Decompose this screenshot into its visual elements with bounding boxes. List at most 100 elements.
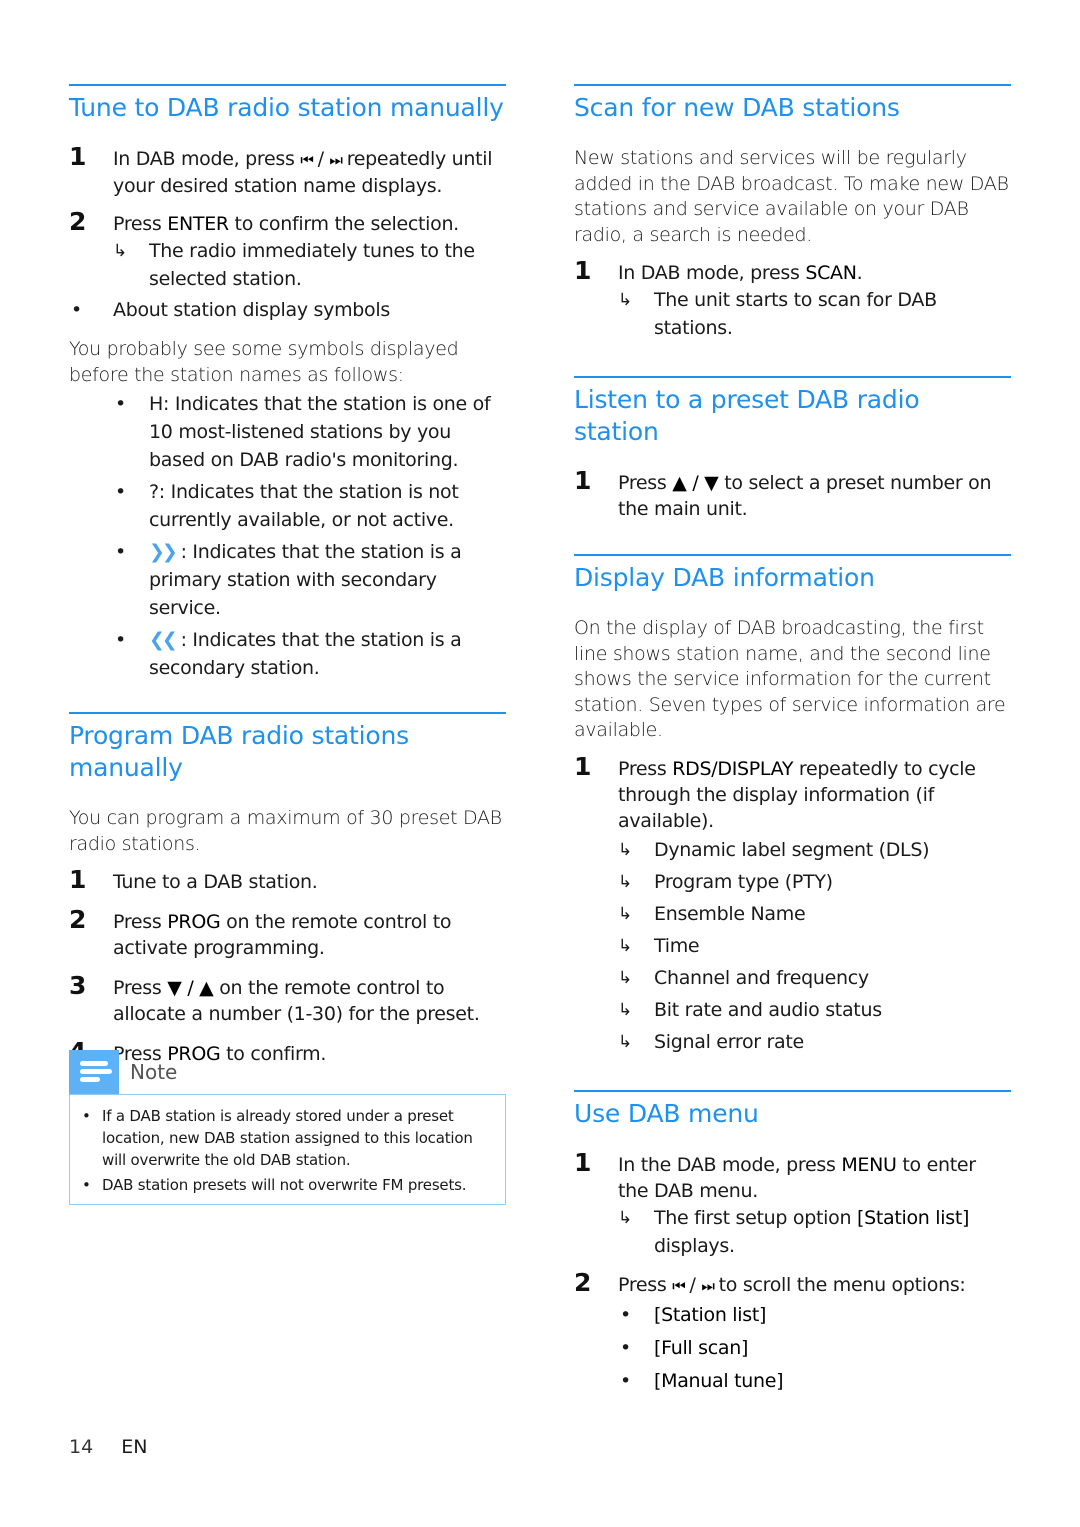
step: 2 Press ⏮ / ⏭ to scroll the menu options…: [574, 1267, 1011, 1398]
symbol-h: H: [149, 393, 163, 415]
step-result: ↳ Dynamic label segment (DLS): [618, 834, 1011, 866]
result-arrow-icon: ↳: [618, 290, 632, 310]
note-content: • If a DAB station is already stored und…: [69, 1094, 506, 1205]
step-result: ↳ Program type (PTY): [618, 866, 1011, 898]
result-arrow-icon: ↳: [618, 903, 632, 924]
previous-track-icon: ⏮: [672, 1276, 685, 1295]
down-up-arrow-icons: ▼ / ▲: [167, 977, 214, 999]
step: 1 In DAB mode, press SCAN. ↳ The unit st…: [574, 256, 1011, 342]
step-number: 2: [69, 207, 87, 236]
step: 3 Press ▼ / ▲ on the remote control to a…: [69, 971, 480, 1026]
step-result: ↳ Channel and frequency: [618, 962, 1011, 994]
primary-station-chevron-icon: ❯❯: [149, 541, 178, 563]
step-result: ↳ Bit rate and audio status: [618, 994, 1011, 1026]
bullet-icon: •: [115, 541, 126, 563]
step-result: ↳ Signal error rate: [618, 1026, 1011, 1058]
bullet-icon: •: [82, 1176, 91, 1194]
result-arrow-icon: ↳: [618, 967, 632, 988]
language-code: EN: [121, 1436, 148, 1458]
step-number: 2: [574, 1267, 592, 1297]
right-column: Scan for new DAB stations New stations a…: [574, 84, 1011, 1398]
step-result: ↳ The unit starts to scan for DAB statio…: [618, 286, 1011, 342]
result-arrow-icon: ↳: [113, 241, 127, 261]
step: 1 Press RDS/DISPLAY repeatedly to cycle …: [574, 751, 1011, 1058]
bullet-icon: •: [71, 299, 82, 321]
step-number: 1: [574, 1147, 592, 1177]
section-program-manual: Program DAB radio stations manually You …: [69, 712, 506, 1067]
section-heading: Program DAB radio stations manually: [69, 721, 409, 782]
section-heading: Use DAB menu: [574, 1098, 759, 1128]
bullet-icon: •: [115, 629, 126, 651]
step-result: ↳ Ensemble Name: [618, 898, 1011, 930]
secondary-station-chevron-icon: ❮❮: [149, 629, 178, 651]
menu-option-label: [Station list]: [856, 1206, 970, 1229]
section-tune-manual: Tune to DAB radio station manually 1 In …: [69, 84, 506, 682]
step-result: ↳ Time: [618, 930, 1011, 962]
bullet-icon: •: [620, 1303, 631, 1326]
step-number: 3: [69, 971, 87, 1000]
step: 1 Press ▲ / ▼ to select a preset number …: [574, 466, 992, 521]
paragraph: On the display of DAB broadcasting, the …: [574, 617, 1006, 741]
step-number: 1: [69, 142, 87, 171]
step: 2 Press ENTER to confirm the selection. …: [69, 207, 506, 293]
menu-option: • [Manual tune]: [618, 1365, 1011, 1398]
bullet-icon: •: [620, 1336, 631, 1359]
note-header: Note: [69, 1050, 506, 1094]
note-title: Note: [130, 1060, 178, 1084]
step-number: 1: [574, 751, 592, 781]
result-arrow-icon: ↳: [618, 935, 632, 956]
key-label: RDS/DISPLAY: [672, 757, 794, 780]
symbol-question: ?: [149, 481, 159, 503]
step-result: ↳ The radio immediately tunes to the sel…: [113, 237, 506, 293]
step-number: 2: [69, 905, 87, 934]
menu-option: • [Station list]: [618, 1299, 1011, 1332]
result-arrow-icon: ↳: [618, 871, 632, 892]
next-track-icon: ⏭: [701, 1276, 714, 1295]
key-label: SCAN: [805, 262, 857, 284]
section-heading: Listen to a preset DAB radio station: [574, 385, 920, 446]
symbol-item: • H: Indicates that the station is one o…: [113, 390, 506, 474]
key-label: MENU: [841, 1153, 897, 1176]
step: 2 Press PROG on the remote control to ac…: [69, 905, 452, 960]
note-item: • DAB station presets will not overwrite…: [82, 1176, 467, 1194]
section-dab-menu: Use DAB menu 1 In the DAB mode, press ME…: [574, 1089, 1011, 1398]
note-item: • If a DAB station is already stored und…: [82, 1107, 473, 1169]
result-arrow-icon: ↳: [618, 839, 632, 860]
section-heading: Display DAB information: [574, 563, 875, 592]
bullet-icon: •: [115, 393, 126, 415]
up-down-arrow-icons: ▲ / ▼: [672, 472, 719, 494]
symbol-item: • ?: Indicates that the station is not c…: [113, 478, 506, 534]
bullet-icon: •: [115, 481, 126, 503]
bullet-icon: •: [82, 1107, 91, 1125]
key-label: ENTER: [167, 213, 229, 235]
result-arrow-icon: ↳: [618, 1207, 632, 1228]
result-arrow-icon: ↳: [618, 1031, 632, 1052]
bullet-icon: •: [620, 1369, 631, 1392]
step-number: 1: [69, 865, 87, 894]
page-footer: 14 EN: [69, 1436, 147, 1458]
symbol-item: • ❯❯ : Indicates that the station is a p…: [113, 538, 506, 622]
section-heading: Tune to DAB radio station manually: [69, 93, 504, 122]
section-display-info: Display DAB information On the display o…: [574, 554, 1011, 1058]
paragraph: You probably see some symbols displayed …: [69, 338, 459, 386]
note-box: Note • If a DAB station is already store…: [69, 1050, 506, 1205]
menu-option: • [Full scan]: [618, 1332, 1011, 1365]
paragraph: You can program a maximum of 30 preset D…: [69, 807, 502, 855]
left-column: Tune to DAB radio station manually 1 In …: [69, 84, 506, 1067]
result-arrow-icon: ↳: [618, 999, 632, 1020]
step-number: 1: [574, 466, 592, 495]
note-icon: [69, 1050, 119, 1094]
next-track-icon: ⏭: [329, 151, 342, 169]
symbol-list: • H: Indicates that the station is one o…: [113, 390, 506, 682]
step: 1 In the DAB mode, press MENU to enter t…: [574, 1147, 1011, 1260]
section-listen-preset: Listen to a preset DAB radio station 1 P…: [574, 376, 1011, 522]
step: 1 In DAB mode, press ⏮ / ⏭ repeatedly un…: [69, 142, 493, 198]
section-heading: Scan for new DAB stations: [574, 93, 900, 122]
step-number: 1: [574, 256, 592, 285]
key-label: PROG: [167, 911, 221, 933]
step-result: ↳ The first setup option [Station list] …: [618, 1204, 1011, 1260]
step: 1 Tune to a DAB station.: [69, 865, 318, 894]
paragraph: New stations and services will be regula…: [574, 147, 1009, 246]
previous-track-icon: ⏮: [300, 151, 313, 169]
page-number: 14: [69, 1436, 94, 1458]
